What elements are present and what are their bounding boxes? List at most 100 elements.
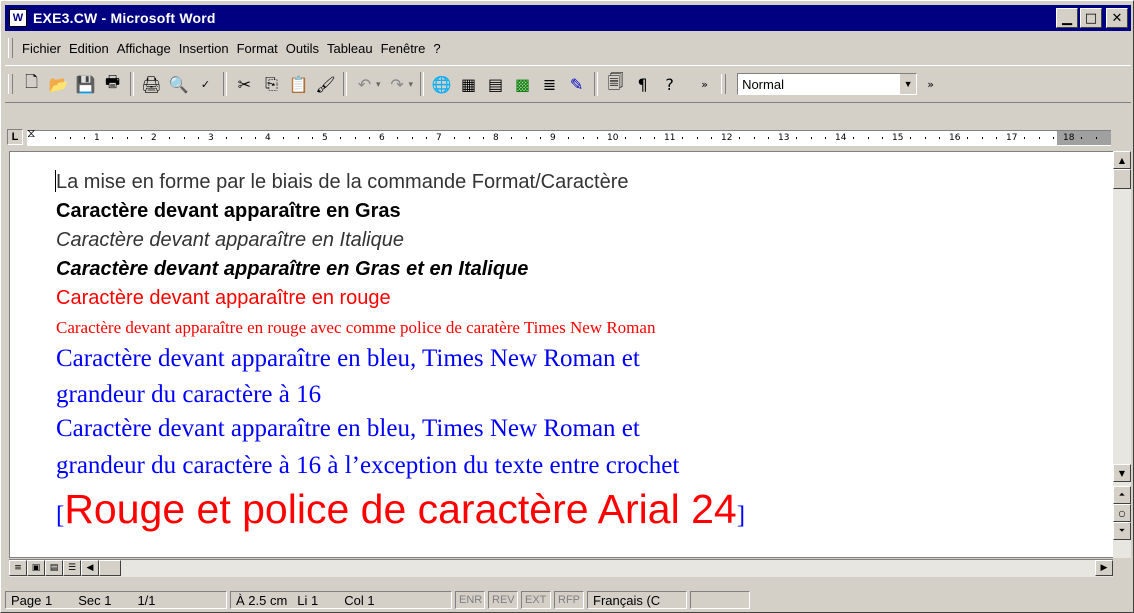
save-icon[interactable]: 💾 [74, 73, 97, 96]
menu-affichage[interactable]: Affichage [113, 41, 175, 56]
scroll-right-icon[interactable]: ▶ [1095, 560, 1113, 576]
formatting-more-icon[interactable]: » [919, 73, 942, 96]
toolbar-separator [594, 72, 599, 96]
horizontal-scrollbar[interactable]: ≡ ▣ ▤ ☰ ◀ ▶ [9, 559, 1113, 577]
scroll-down-icon[interactable]: ▼ [1113, 464, 1131, 482]
ruler-number: 13 [778, 133, 790, 143]
ruler-tick [283, 137, 285, 139]
tab-selector[interactable]: L [7, 129, 23, 145]
word-app-icon[interactable]: W [9, 9, 27, 27]
next-page-icon[interactable]: ⏷ [1113, 522, 1131, 540]
status-mode-enr[interactable]: ENR [455, 591, 485, 609]
format-painter-icon[interactable]: 🖌 [314, 73, 337, 96]
chevron-down-icon[interactable]: ▼ [900, 74, 917, 94]
ruler-tick [126, 137, 128, 139]
bracket-line: [Rouge et police de caractère Arial 24] [56, 486, 745, 533]
close-button[interactable]: ✕ [1106, 8, 1128, 28]
drawing-icon[interactable]: ✎ [565, 73, 588, 96]
show-formatting-icon[interactable]: ¶ [631, 73, 654, 96]
maximize-button[interactable]: □ [1080, 8, 1102, 28]
document-area[interactable]: La mise en forme par le biais de la comm… [9, 151, 1115, 558]
open-icon[interactable]: 📂 [47, 73, 70, 96]
new-document-icon[interactable]: 🗋 [20, 72, 43, 96]
status-mode-rfp[interactable]: RFP [554, 591, 584, 609]
scroll-left-icon[interactable]: ◀ [81, 560, 99, 576]
ruler-tick [183, 137, 185, 139]
menu-tableau[interactable]: Tableau [323, 41, 377, 56]
menu-format[interactable]: Format [233, 41, 282, 56]
help-icon[interactable]: ? [658, 73, 681, 96]
menu-help[interactable]: ? [429, 41, 444, 56]
bracket-text: Rouge et police de caractère Arial 24 [64, 486, 737, 532]
ruler-number: 7 [436, 133, 442, 143]
menu-fenetre[interactable]: Fenêtre [377, 41, 430, 56]
outline-view-icon[interactable]: ☰ [63, 560, 81, 576]
ruler-tick [511, 137, 513, 139]
toolbar-grip[interactable] [8, 74, 13, 94]
title-bar[interactable]: W EXE3.CW - Microsoft Word ▁ □ ✕ [5, 5, 1131, 31]
ruler-tick [539, 137, 541, 139]
ruler-tick [1038, 137, 1040, 139]
ruler-tick [625, 137, 627, 139]
menu-bar: Fichier Edition Affichage Insertion Form… [5, 35, 1131, 61]
scroll-up-icon[interactable]: ▲ [1113, 151, 1131, 169]
ruler-tick [639, 137, 641, 139]
left-indent-marker-icon[interactable]: ⧖ [27, 127, 35, 139]
toolbar-separator [130, 72, 134, 96]
ruler-number: 4 [265, 133, 271, 143]
document-map-icon[interactable]: 🗐 [604, 72, 627, 96]
permission-icon[interactable]: 🖶 [101, 72, 124, 96]
columns-icon[interactable]: ≣ [538, 73, 561, 96]
ruler-number: 11 [664, 133, 676, 143]
ruler-tick [1024, 137, 1026, 139]
spelling-icon[interactable]: ✓ [194, 73, 217, 96]
normal-view-icon[interactable]: ≡ [9, 560, 27, 576]
status-mode-ext[interactable]: EXT [521, 591, 551, 609]
status-section: Sec 1 [78, 592, 112, 608]
select-browse-object-icon[interactable]: ○ [1113, 504, 1131, 522]
ruler-tick [596, 137, 598, 139]
undo-icon[interactable]: ↶ [353, 73, 376, 96]
vertical-scroll-thumb[interactable] [1113, 169, 1131, 189]
menu-grip[interactable] [8, 38, 13, 58]
redo-dropdown-icon[interactable]: ▾ [409, 79, 414, 90]
ruler-tick [454, 137, 456, 139]
print-layout-icon[interactable]: ▤ [45, 560, 63, 576]
minimize-button[interactable]: ▁ [1056, 8, 1078, 28]
ruler-tick [853, 137, 855, 139]
print-icon[interactable]: 🖨 [140, 73, 163, 96]
style-select[interactable]: Normal ▼ [737, 73, 918, 95]
status-mode-rev[interactable]: REV [488, 591, 518, 609]
word-window: W EXE3.CW - Microsoft Word ▁ □ ✕ Fichier… [0, 0, 1134, 613]
undo-dropdown-icon[interactable]: ▾ [376, 79, 381, 90]
vertical-scrollbar[interactable]: ▲ ▼ ⏶ ○ ⏷ [1113, 151, 1131, 558]
menu-insertion[interactable]: Insertion [175, 41, 233, 56]
paste-icon[interactable]: 📋 [287, 73, 310, 96]
copy-icon[interactable]: ⎘ [260, 73, 283, 96]
ruler-bar[interactable]: 1 2 3 4 5 6 7 8 9 10 11 12 13 14 15 16 17 18 [27, 130, 1111, 146]
cut-icon[interactable]: ✂ [233, 73, 256, 96]
horizontal-scroll-thumb[interactable] [99, 560, 121, 576]
ruler-tick [169, 137, 171, 139]
formatting-toolbar-grip[interactable] [721, 74, 727, 94]
doc-line: Caractère devant apparaître en Gras [56, 200, 401, 222]
ruler-tick [468, 137, 470, 139]
insert-table-icon[interactable]: ▤ [484, 73, 507, 96]
menu-edition[interactable]: Edition [65, 41, 113, 56]
status-language[interactable]: Français (C [587, 591, 687, 609]
tables-borders-icon[interactable]: ▦ [457, 73, 480, 96]
menu-fichier[interactable]: Fichier [18, 41, 65, 56]
toolbar-more-icon[interactable]: » [693, 73, 716, 96]
menu-outils[interactable]: Outils [282, 41, 323, 56]
previous-page-icon[interactable]: ⏶ [1113, 486, 1131, 504]
doc-line: Caractère devant apparaître en Gras et e… [56, 258, 529, 280]
status-extra [690, 591, 750, 609]
insert-excel-icon[interactable]: ▩ [511, 73, 534, 96]
redo-icon[interactable]: ↷ [386, 73, 409, 96]
print-preview-icon[interactable]: 🔍 [167, 73, 190, 96]
hyperlink-icon[interactable]: 🌐 [430, 73, 453, 96]
horizontal-ruler: L 1 2 3 4 5 6 7 8 9 10 11 12 13 14 15 16 17 18 ⧖ [5, 127, 1131, 149]
status-page-section: Page 1 Sec 1 1/1 [5, 591, 227, 609]
ruler-tick [297, 137, 299, 139]
web-layout-icon[interactable]: ▣ [27, 560, 45, 576]
